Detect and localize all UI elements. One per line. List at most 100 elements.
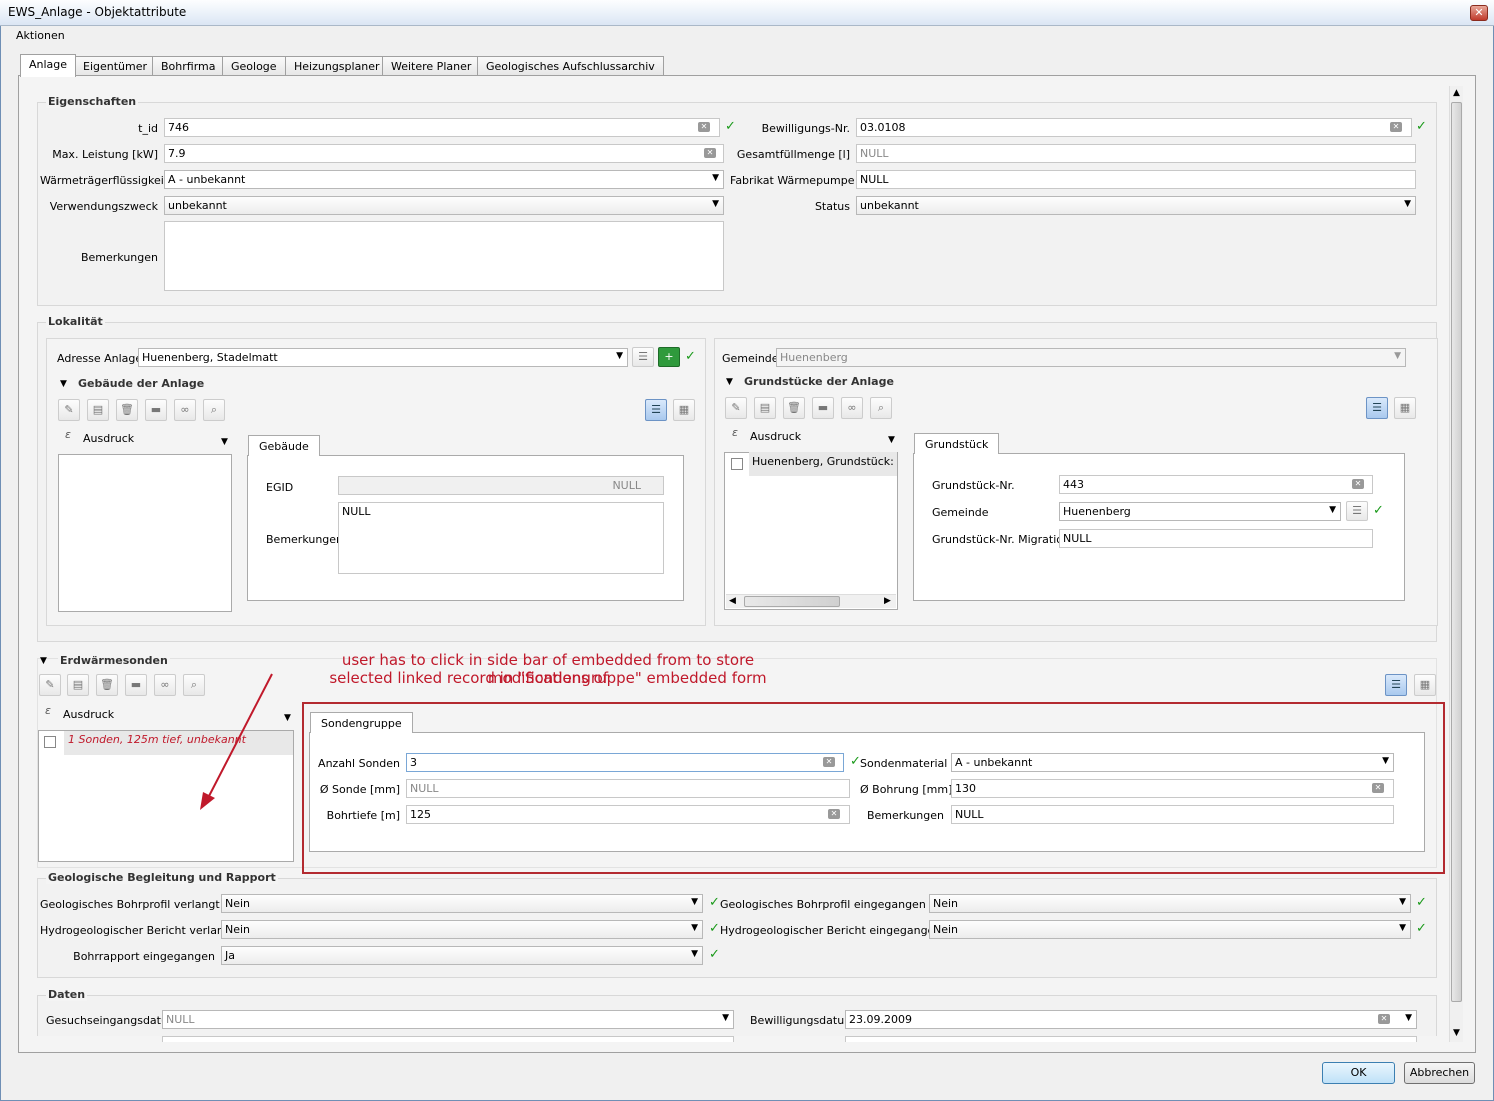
chevron-down-icon: ▼	[712, 199, 719, 209]
fabrikat-field[interactable]: NULL	[856, 170, 1416, 189]
geo-v2-combo[interactable]: Nein ▼	[221, 920, 703, 939]
geo-v1-combo[interactable]: Nein ▼	[221, 894, 703, 913]
ggem-label: Gemeinde	[932, 506, 989, 519]
form-view-icon[interactable]: ☰	[1366, 397, 1388, 419]
tab-gebaeude[interactable]: Gebäude	[248, 435, 320, 456]
delete-icon[interactable]: 🗑	[96, 674, 118, 696]
verwendung-combo[interactable]: unbekannt ▼	[164, 196, 724, 215]
tab-heizungsplaner[interactable]: Heizungsplaner	[285, 56, 389, 77]
geo-v5-combo[interactable]: Nein ▼	[929, 920, 1411, 939]
clear-icon[interactable]: ✕	[1378, 1014, 1390, 1024]
clear-icon[interactable]: ✕	[1372, 783, 1384, 793]
cancel-button[interactable]: Abbrechen	[1404, 1062, 1475, 1084]
delete-icon[interactable]: 🗑	[116, 399, 138, 421]
unlink-icon[interactable]: ∞	[174, 399, 196, 421]
grund-list-item[interactable]: Huenenberg, Grundstück: 443	[752, 455, 896, 468]
collapse-triangle-icon[interactable]: ▼	[40, 656, 47, 666]
gmig-field[interactable]: NULL	[1059, 529, 1373, 548]
tab-grundstueck[interactable]: Grundstück	[914, 433, 1000, 454]
ggem-combo[interactable]: Huenenberg ▼	[1059, 502, 1341, 521]
bemerkungen-textarea[interactable]	[164, 221, 724, 291]
clear-icon[interactable]: ✕	[1390, 122, 1402, 132]
save-icon[interactable]: ▤	[754, 397, 776, 419]
tab-anlage[interactable]: Anlage	[20, 54, 77, 77]
gnr-field[interactable]: 443	[1059, 475, 1373, 494]
sonde-label: Ø Sonde [mm]	[319, 783, 400, 796]
scrollbar-thumb[interactable]	[744, 596, 840, 607]
gebaeude-list[interactable]	[58, 454, 232, 612]
row-checkbox[interactable]	[44, 736, 56, 748]
ausdruck-label[interactable]: Ausdruck	[83, 432, 134, 445]
clear-icon[interactable]: ✕	[704, 148, 716, 158]
toggle-edit-icon[interactable]: ✎	[58, 399, 80, 421]
form-scrollbar[interactable]: ▲ ▼	[1449, 86, 1463, 1042]
geo-v3-combo[interactable]: Ja ▼	[221, 946, 703, 965]
gesuch-combo[interactable]: NULL ▼	[162, 1010, 734, 1029]
gebaeude-bem-field[interactable]: NULL	[338, 502, 664, 574]
link-icon[interactable]: ▬	[812, 397, 834, 419]
collapse-triangle-icon[interactable]: ▼	[60, 379, 67, 389]
material-combo[interactable]: A - unbekannt ▼	[951, 753, 1394, 772]
gemeinde-combo[interactable]: Huenenberg ▼	[776, 348, 1406, 367]
zoom-icon[interactable]: ⌕	[203, 399, 225, 421]
clear-icon[interactable]: ✕	[823, 757, 835, 767]
tab-bohrfirma[interactable]: Bohrfirma	[152, 56, 225, 77]
waerme-combo[interactable]: A - unbekannt ▼	[164, 170, 724, 189]
chevron-down-icon[interactable]: ▼	[284, 713, 291, 723]
zoom-icon[interactable]: ⌕	[870, 397, 892, 419]
horizontal-scrollbar[interactable]: ◀ ▶	[726, 594, 896, 608]
tab-weitere-planer[interactable]: Weitere Planer	[382, 56, 481, 77]
t-id-field[interactable]: 746	[164, 118, 720, 137]
adresse-combo[interactable]: Huenenberg, Stadelmatt ▼	[138, 348, 628, 367]
clear-icon[interactable]: ✕	[828, 809, 840, 819]
form-view-icon[interactable]: ☰	[1385, 674, 1407, 696]
toggle-edit-icon[interactable]: ✎	[39, 674, 61, 696]
table-view-icon[interactable]: ▦	[1414, 674, 1436, 696]
leistung-field[interactable]: 7.9	[164, 144, 724, 163]
open-form-button[interactable]: ☰	[1346, 501, 1368, 521]
save-icon[interactable]: ▤	[87, 399, 109, 421]
link-icon[interactable]: ▬	[145, 399, 167, 421]
link-icon[interactable]: ▬	[125, 674, 147, 696]
row-checkbox[interactable]	[731, 458, 743, 470]
anzahl-field[interactable]: 3	[406, 753, 844, 772]
tab-sondengruppe[interactable]: Sondengruppe	[310, 712, 413, 733]
add-icon[interactable]: +	[658, 347, 680, 367]
clear-icon[interactable]: ✕	[698, 122, 710, 132]
chevron-down-icon[interactable]: ▼	[221, 437, 228, 447]
tab-aufschlussarchiv[interactable]: Geologisches Aufschlussarchiv	[477, 56, 664, 77]
fuellmenge-field[interactable]: NULL	[856, 144, 1416, 163]
ok-button[interactable]: OK	[1322, 1062, 1395, 1084]
sonden-bem-field[interactable]: NULL	[951, 805, 1394, 824]
form-view-icon[interactable]: ☰	[645, 399, 667, 421]
open-form-button[interactable]: ☰	[632, 347, 654, 367]
scrollbar-thumb[interactable]	[1451, 102, 1462, 1002]
expression-icon: ε	[45, 704, 51, 717]
tab-geologe[interactable]: Geologe	[222, 56, 286, 77]
material-value: A - unbekannt	[955, 756, 1033, 769]
geo-l1-label: Geologisches Bohrprofil verlangt	[40, 898, 220, 911]
chevron-down-icon[interactable]: ▼	[888, 435, 895, 445]
collapse-triangle-icon[interactable]: ▼	[726, 377, 733, 387]
bohrung-field[interactable]: 130	[951, 779, 1394, 798]
table-view-icon[interactable]: ▦	[1394, 397, 1416, 419]
close-button[interactable]: ✕	[1470, 5, 1488, 21]
bohrtiefe-field[interactable]: 125	[406, 805, 850, 824]
table-view-icon[interactable]: ▦	[673, 399, 695, 421]
ausdruck-label[interactable]: Ausdruck	[63, 708, 114, 721]
clear-icon[interactable]: ✕	[1352, 479, 1364, 489]
bewilligung-field[interactable]: 03.0108	[856, 118, 1412, 137]
bew-combo[interactable]: 23.09.2009 ✕ ▼	[845, 1010, 1417, 1029]
save-icon[interactable]: ▤	[67, 674, 89, 696]
ausdruck-label[interactable]: Ausdruck	[750, 430, 801, 443]
status-combo[interactable]: unbekannt ▼	[856, 196, 1416, 215]
egid-field[interactable]: NULL	[338, 476, 664, 495]
unlink-icon[interactable]: ∞	[841, 397, 863, 419]
menu-aktionen[interactable]: Aktionen	[16, 29, 65, 42]
tab-eigentuemer[interactable]: Eigentümer	[74, 56, 157, 77]
delete-icon[interactable]: 🗑	[783, 397, 805, 419]
sonde-field[interactable]: NULL	[406, 779, 850, 798]
unlink-icon[interactable]: ∞	[154, 674, 176, 696]
geo-v4-combo[interactable]: Nein ▼	[929, 894, 1411, 913]
toggle-edit-icon[interactable]: ✎	[725, 397, 747, 419]
